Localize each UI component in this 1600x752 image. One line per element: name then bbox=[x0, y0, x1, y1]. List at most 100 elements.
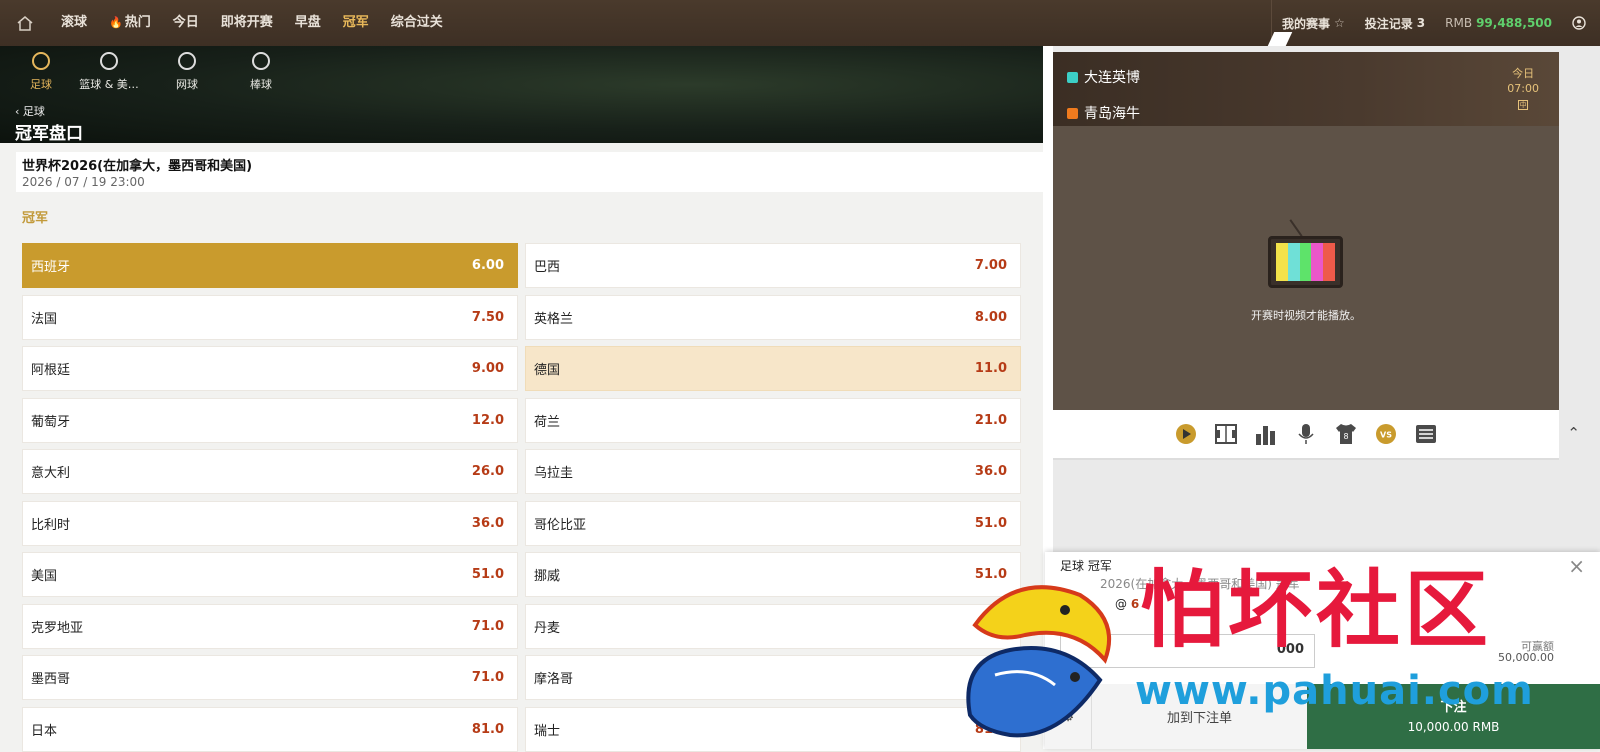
team-name: 克罗地亚 bbox=[31, 620, 84, 636]
event-name: 世界杯2026(在加拿大，墨西哥和美国) bbox=[22, 159, 253, 174]
microphone-icon[interactable] bbox=[1295, 423, 1317, 445]
jersey-icon[interactable]: 8 bbox=[1335, 423, 1357, 445]
odds-button[interactable]: 挪威 51.0 bbox=[525, 552, 1021, 597]
place-bet-label: 下注 bbox=[1440, 700, 1467, 715]
user-profile-button[interactable] bbox=[1562, 16, 1600, 30]
odds-button[interactable]: 法国 7.50 bbox=[22, 294, 518, 340]
team-name: 日本 bbox=[31, 723, 58, 739]
sport-tab-1[interactable]: 篮球 & 美… bbox=[70, 52, 148, 92]
match-kickoff: 07:00 bbox=[1507, 82, 1539, 95]
tennis-racket-icon bbox=[178, 52, 196, 70]
outright-market-panel: 世界杯2026(在加拿大，墨西哥和美国) 2026 / 07 / 19 23:0… bbox=[0, 143, 1063, 752]
odds-button[interactable]: 哥伦比亚 51.0 bbox=[525, 500, 1021, 546]
video-player[interactable]: 开赛时视频才能播放。 bbox=[1053, 126, 1559, 410]
versus-icon[interactable]: VS bbox=[1375, 423, 1397, 445]
match-toolbar: 8 VS bbox=[1053, 410, 1559, 460]
team-name: 英格兰 bbox=[534, 311, 574, 327]
scoreboard-icon[interactable] bbox=[1415, 423, 1437, 445]
odds-button[interactable]: 墨西哥 71.0 bbox=[22, 655, 518, 700]
breadcrumb-back-link[interactable]: ‹ 足球 bbox=[15, 103, 45, 119]
match-day: 今日 bbox=[1512, 67, 1535, 80]
home-icon bbox=[17, 15, 33, 31]
slip-odds: 6 bbox=[1130, 597, 1140, 611]
chevron-left-icon: ‹ bbox=[15, 105, 20, 118]
slip-actions: ⚙ 加到下注单 下注 10,000.00 RMB bbox=[1045, 684, 1600, 749]
away-jersey-icon bbox=[1067, 107, 1078, 119]
sport-tab-3[interactable]: 棒球 bbox=[222, 52, 300, 92]
odds-button[interactable]: 克罗地亚 71.0 bbox=[22, 603, 518, 649]
home-team-name: 大连英博 bbox=[1084, 70, 1140, 86]
video-message: 开赛时视频才能播放。 bbox=[1251, 309, 1361, 322]
odds-button[interactable]: 西班牙 6.00 bbox=[22, 243, 518, 288]
odds-button[interactable]: 阿根廷 9.00 bbox=[22, 346, 518, 391]
slip-title: 足球 冠军 bbox=[1060, 559, 1112, 573]
odds-value: 71.0 bbox=[471, 618, 504, 634]
odds-button[interactable]: 日本 81.0 bbox=[22, 706, 518, 752]
currency-label: RMB bbox=[1445, 16, 1473, 30]
match-time: 今日 07:00 中 bbox=[1507, 66, 1539, 111]
place-bet-button[interactable]: 下注 10,000.00 RMB bbox=[1307, 684, 1600, 749]
at-sign: @ bbox=[1115, 597, 1127, 611]
jersey-number: 8 bbox=[1343, 432, 1348, 441]
play-icon[interactable] bbox=[1175, 423, 1197, 445]
odds-button[interactable]: 美国 51.0 bbox=[22, 552, 518, 597]
event-header: 世界杯2026(在加拿大，墨西哥和美国) 2026 / 07 / 19 23:0… bbox=[16, 152, 1046, 192]
user-icon bbox=[1572, 16, 1586, 30]
away-team: 青岛海牛 bbox=[1067, 103, 1140, 123]
nav-tab-0[interactable]: 滚球 bbox=[50, 0, 98, 46]
team-name: 乌拉圭 bbox=[534, 466, 574, 481]
odds-button[interactable]: 英格兰 8.00 bbox=[525, 294, 1021, 340]
pitch-icon[interactable] bbox=[1215, 423, 1237, 445]
nav-tab-6[interactable]: 综合过关 bbox=[380, 0, 454, 46]
nav-tab-label: 早盘 bbox=[294, 15, 321, 30]
odds-button[interactable]: 丹麦 bbox=[525, 603, 1021, 649]
team-name: 法国 bbox=[31, 311, 58, 327]
nav-tab-label: 今日 bbox=[172, 15, 199, 30]
my-events-button[interactable]: 我的赛事 ☆ bbox=[1272, 15, 1355, 32]
odds-button[interactable]: 荷兰 21.0 bbox=[525, 397, 1021, 443]
odds-button[interactable]: 瑞士 81.0 bbox=[525, 706, 1021, 752]
neutral-badge: 中 bbox=[1518, 100, 1529, 110]
nav-tab-2[interactable]: 今日 bbox=[162, 0, 210, 46]
team-name: 巴西 bbox=[534, 260, 561, 275]
odds-value: 21.0 bbox=[974, 412, 1007, 428]
event-date: 2026 / 07 / 19 23:00 bbox=[22, 175, 145, 189]
odds-button[interactable]: 乌拉圭 36.0 bbox=[525, 449, 1021, 494]
add-to-slip-button[interactable]: 加到下注单 bbox=[1091, 684, 1307, 749]
team-name: 墨西哥 bbox=[31, 672, 71, 687]
bet-records-button[interactable]: 投注记录 3 bbox=[1355, 15, 1435, 32]
baseball-icon bbox=[252, 52, 270, 70]
home-team: 大连英博 bbox=[1067, 67, 1140, 87]
nav-tab-1[interactable]: 🔥 热门 bbox=[98, 0, 162, 46]
close-icon[interactable]: × bbox=[1568, 554, 1585, 578]
collapse-chevron-icon[interactable]: ⌃ bbox=[1567, 424, 1580, 442]
nav-tab-5[interactable]: 冠军 bbox=[332, 0, 380, 46]
nav-tab-3[interactable]: 即将开赛 bbox=[210, 0, 284, 46]
home-button[interactable] bbox=[0, 0, 50, 46]
stake-input[interactable]: 000 bbox=[1060, 634, 1315, 668]
odds-button[interactable]: 德国 11.0 bbox=[525, 346, 1021, 391]
account-area: 我的赛事 ☆ 投注记录 3 RMB 99,488,500 bbox=[1270, 0, 1600, 46]
settings-sliders-icon[interactable]: ⚙ bbox=[1045, 684, 1091, 749]
nav-tab-4[interactable]: 早盘 bbox=[284, 0, 332, 46]
stats-bars-icon[interactable] bbox=[1255, 423, 1277, 445]
team-name: 西班牙 bbox=[31, 260, 71, 275]
sport-tab-0[interactable]: 足球 bbox=[2, 52, 80, 92]
odds-button[interactable]: 比利时 36.0 bbox=[22, 500, 518, 546]
back-label: 足球 bbox=[22, 105, 45, 118]
odds-value: 26.0 bbox=[471, 464, 504, 479]
odds-button[interactable]: 意大利 26.0 bbox=[22, 449, 518, 494]
team-name: 荷兰 bbox=[534, 414, 561, 430]
odds-button[interactable]: 巴西 7.00 bbox=[525, 243, 1021, 288]
team-name: 葡萄牙 bbox=[31, 414, 71, 430]
bet-slip: 足球 冠军 × 2026(在加拿大，墨西哥和美国) 冠军 @ 6 000 可赢额… bbox=[1045, 552, 1600, 749]
odds-value: 36.0 bbox=[974, 464, 1007, 479]
soccer-ball-icon bbox=[32, 52, 50, 70]
odds-button[interactable]: 摩洛哥 bbox=[525, 655, 1021, 700]
match-header[interactable]: 大连英博 青岛海牛 今日 07:00 中 bbox=[1053, 52, 1559, 126]
sport-tab-2[interactable]: 网球 bbox=[148, 52, 226, 92]
odds-value: 11.0 bbox=[974, 361, 1007, 376]
tv-antenna-icon bbox=[1289, 219, 1303, 237]
odds-button[interactable]: 葡萄牙 12.0 bbox=[22, 397, 518, 443]
odds-value: 81.0 bbox=[471, 721, 504, 737]
